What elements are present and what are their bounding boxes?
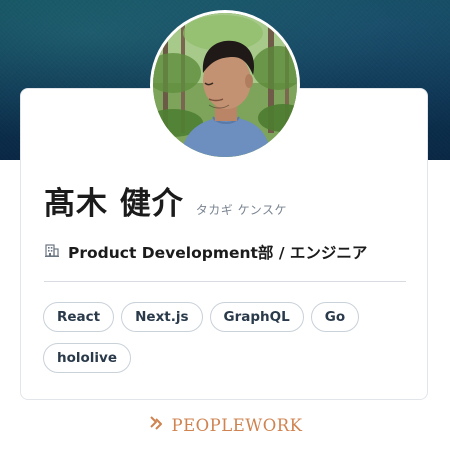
avatar xyxy=(150,10,300,160)
building-icon xyxy=(44,242,60,262)
skill-tag[interactable]: hololive xyxy=(43,343,131,373)
department-row: Product Development部 / エンジニア xyxy=(44,241,367,263)
brand-name: PEOPLEWORK xyxy=(171,415,303,435)
skill-tags: React Next.js GraphQL Go hololive xyxy=(43,302,413,373)
skill-tag[interactable]: Next.js xyxy=(121,302,203,332)
avatar-photo xyxy=(153,13,297,157)
skill-tag[interactable]: GraphQL xyxy=(209,302,304,332)
divider xyxy=(44,281,406,282)
profile-name-kana: タカギ ケンスケ xyxy=(195,203,288,217)
peoplework-logo-icon xyxy=(147,414,165,436)
skill-tag[interactable]: Go xyxy=(310,302,360,332)
footer-brand: PEOPLEWORK xyxy=(0,414,450,436)
skill-tag[interactable]: React xyxy=(43,302,115,332)
name-row: 髙木 健介 タカギ ケンスケ xyxy=(44,178,287,223)
profile-page: 髙木 健介 タカギ ケンスケ Product Development部 / エン… xyxy=(0,0,450,450)
department-label: Product Development部 / エンジニア xyxy=(68,244,368,262)
profile-name: 髙木 健介 xyxy=(44,186,184,222)
